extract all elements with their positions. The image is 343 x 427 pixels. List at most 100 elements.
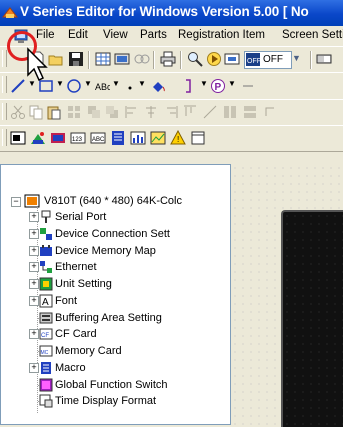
expand-button[interactable]: + [29,362,39,373]
chevron-down-icon[interactable]: ▼ [200,79,208,88]
off-badge-icon: OFF [246,53,260,66]
message-library-icon[interactable] [50,130,66,146]
table-data-icon[interactable] [110,130,126,146]
tree-item-device-memory-map[interactable]: Device Memory Map [55,245,156,257]
chevron-down-icon[interactable]: ▼ [56,79,64,88]
circle-tool-icon[interactable] [66,78,82,94]
character-display-icon[interactable]: ABC [90,130,106,146]
toggle-icon[interactable] [316,51,332,67]
global-function-switch-icon [39,378,53,391]
align-top-icon[interactable] [182,104,198,120]
tree-item-time-display-format[interactable]: Time Display Format [55,395,156,407]
parts-p-icon[interactable]: P [210,78,226,94]
expand-button[interactable]: + [29,245,39,256]
alarm-icon[interactable]: ! [170,130,186,146]
trend-icon[interactable] [150,130,166,146]
print-icon[interactable] [160,51,176,67]
open-folder-icon[interactable] [48,51,64,67]
bracket-tool-icon[interactable] [180,78,196,94]
chevron-down-icon[interactable]: ▼ [138,79,146,88]
group-icon[interactable] [66,104,82,120]
collapse-root-button[interactable]: − [11,197,21,207]
zoom-icon[interactable] [187,51,203,67]
tree-item-memory-card[interactable]: Memory Card [55,345,122,357]
back-icon[interactable] [104,104,120,120]
text-tool-icon[interactable]: ABc [94,78,110,94]
toolbar-grip[interactable] [2,50,7,67]
toolbar-separator [153,51,155,69]
combo-dropdown[interactable]: ▼ [292,51,304,67]
transfer-icon[interactable] [134,51,150,67]
fill-tool-icon[interactable] [150,78,166,94]
tree-item-macro[interactable]: Macro [55,362,86,374]
rotate-icon[interactable] [262,104,278,120]
graphic-library-icon[interactable] [30,130,46,146]
tree-item-ethernet[interactable]: Ethernet [55,261,97,273]
display-mode-combo[interactable]: OFF OFF [244,51,292,69]
copy-icon[interactable] [28,104,44,120]
chevron-down-icon[interactable]: ▼ [84,79,92,88]
expand-button[interactable]: + [29,262,39,273]
tree-item-serial-port[interactable]: Serial Port [55,211,106,223]
tree-item-buffering-area[interactable]: Buffering Area Setting [55,312,162,324]
screen-grid [283,212,343,427]
toolbar-standard: OFF OFF ▼ [0,46,343,73]
grid-icon[interactable] [95,51,111,67]
numeral-icon[interactable]: 123 [70,130,86,146]
toolbar-grip[interactable] [2,103,7,120]
overlap-icon[interactable] [224,51,240,67]
menu-edit[interactable]: Edit [68,29,88,41]
expand-button[interactable]: + [29,295,39,306]
save-icon[interactable] [68,51,84,67]
svg-text:123: 123 [72,137,83,143]
screen-preview[interactable] [281,210,343,427]
app-icon[interactable] [2,5,18,21]
graph-icon[interactable] [130,130,146,146]
window-title: V Series Editor for Windows Version 5.00… [20,4,309,19]
chevron-down-icon[interactable]: ▼ [112,79,120,88]
svg-text:OFF: OFF [247,58,260,65]
calendar-icon[interactable] [190,130,206,146]
menu-parts[interactable]: Parts [140,29,167,41]
toolbar-grip[interactable] [2,129,7,146]
play-icon[interactable] [206,51,222,67]
extra-tool-icon[interactable] [240,78,256,94]
cut-icon[interactable] [10,104,26,120]
line-tool-icon[interactable] [10,78,26,94]
paste-icon[interactable] [46,104,62,120]
overlap-library-icon[interactable] [10,130,26,146]
tree-item-global-function-switch[interactable]: Global Function Switch [55,379,168,391]
align-left-icon[interactable] [124,104,140,120]
svg-text:MC: MC [41,350,49,356]
toolbar-grip[interactable] [2,76,7,93]
align-center-icon[interactable] [143,104,159,120]
distribute-icon[interactable] [202,104,218,120]
tree-root-label: V810T (640 * 480) 64K-Colc [44,195,182,207]
toolbar-edit [0,99,343,126]
svg-text:ABc: ABc [95,82,110,92]
svg-text:P: P [215,82,222,93]
menu-registration-item[interactable]: Registration Item [178,29,265,41]
chevron-down-icon[interactable]: ▼ [228,79,236,88]
tree-item-cf-card[interactable]: CF Card [55,328,97,340]
menu-bar: File Edit View Parts Registration Item S… [0,26,343,46]
combo-value: OFF [263,54,283,65]
align-right-icon[interactable] [163,104,179,120]
space-vertical-icon[interactable] [242,104,258,120]
front-icon[interactable] [86,104,102,120]
expand-button[interactable]: + [29,329,39,340]
dots-tool-icon[interactable] [122,78,138,94]
menu-screen-setting[interactable]: Screen Setti [282,29,343,41]
expand-button[interactable]: + [29,279,39,289]
menu-view[interactable]: View [103,29,128,41]
svg-text:A: A [42,297,49,308]
menu-file[interactable]: File [36,29,55,41]
tree-item-unit-setting[interactable]: Unit Setting [55,278,112,290]
expand-button[interactable]: + [29,228,39,239]
screen-icon[interactable] [114,51,130,67]
space-icon[interactable] [222,104,238,120]
tree-item-font[interactable]: Font [55,295,77,307]
ethernet-icon [40,261,52,274]
tree-item-device-connection[interactable]: Device Connection Sett [55,228,170,240]
expand-button[interactable]: + [29,212,39,222]
